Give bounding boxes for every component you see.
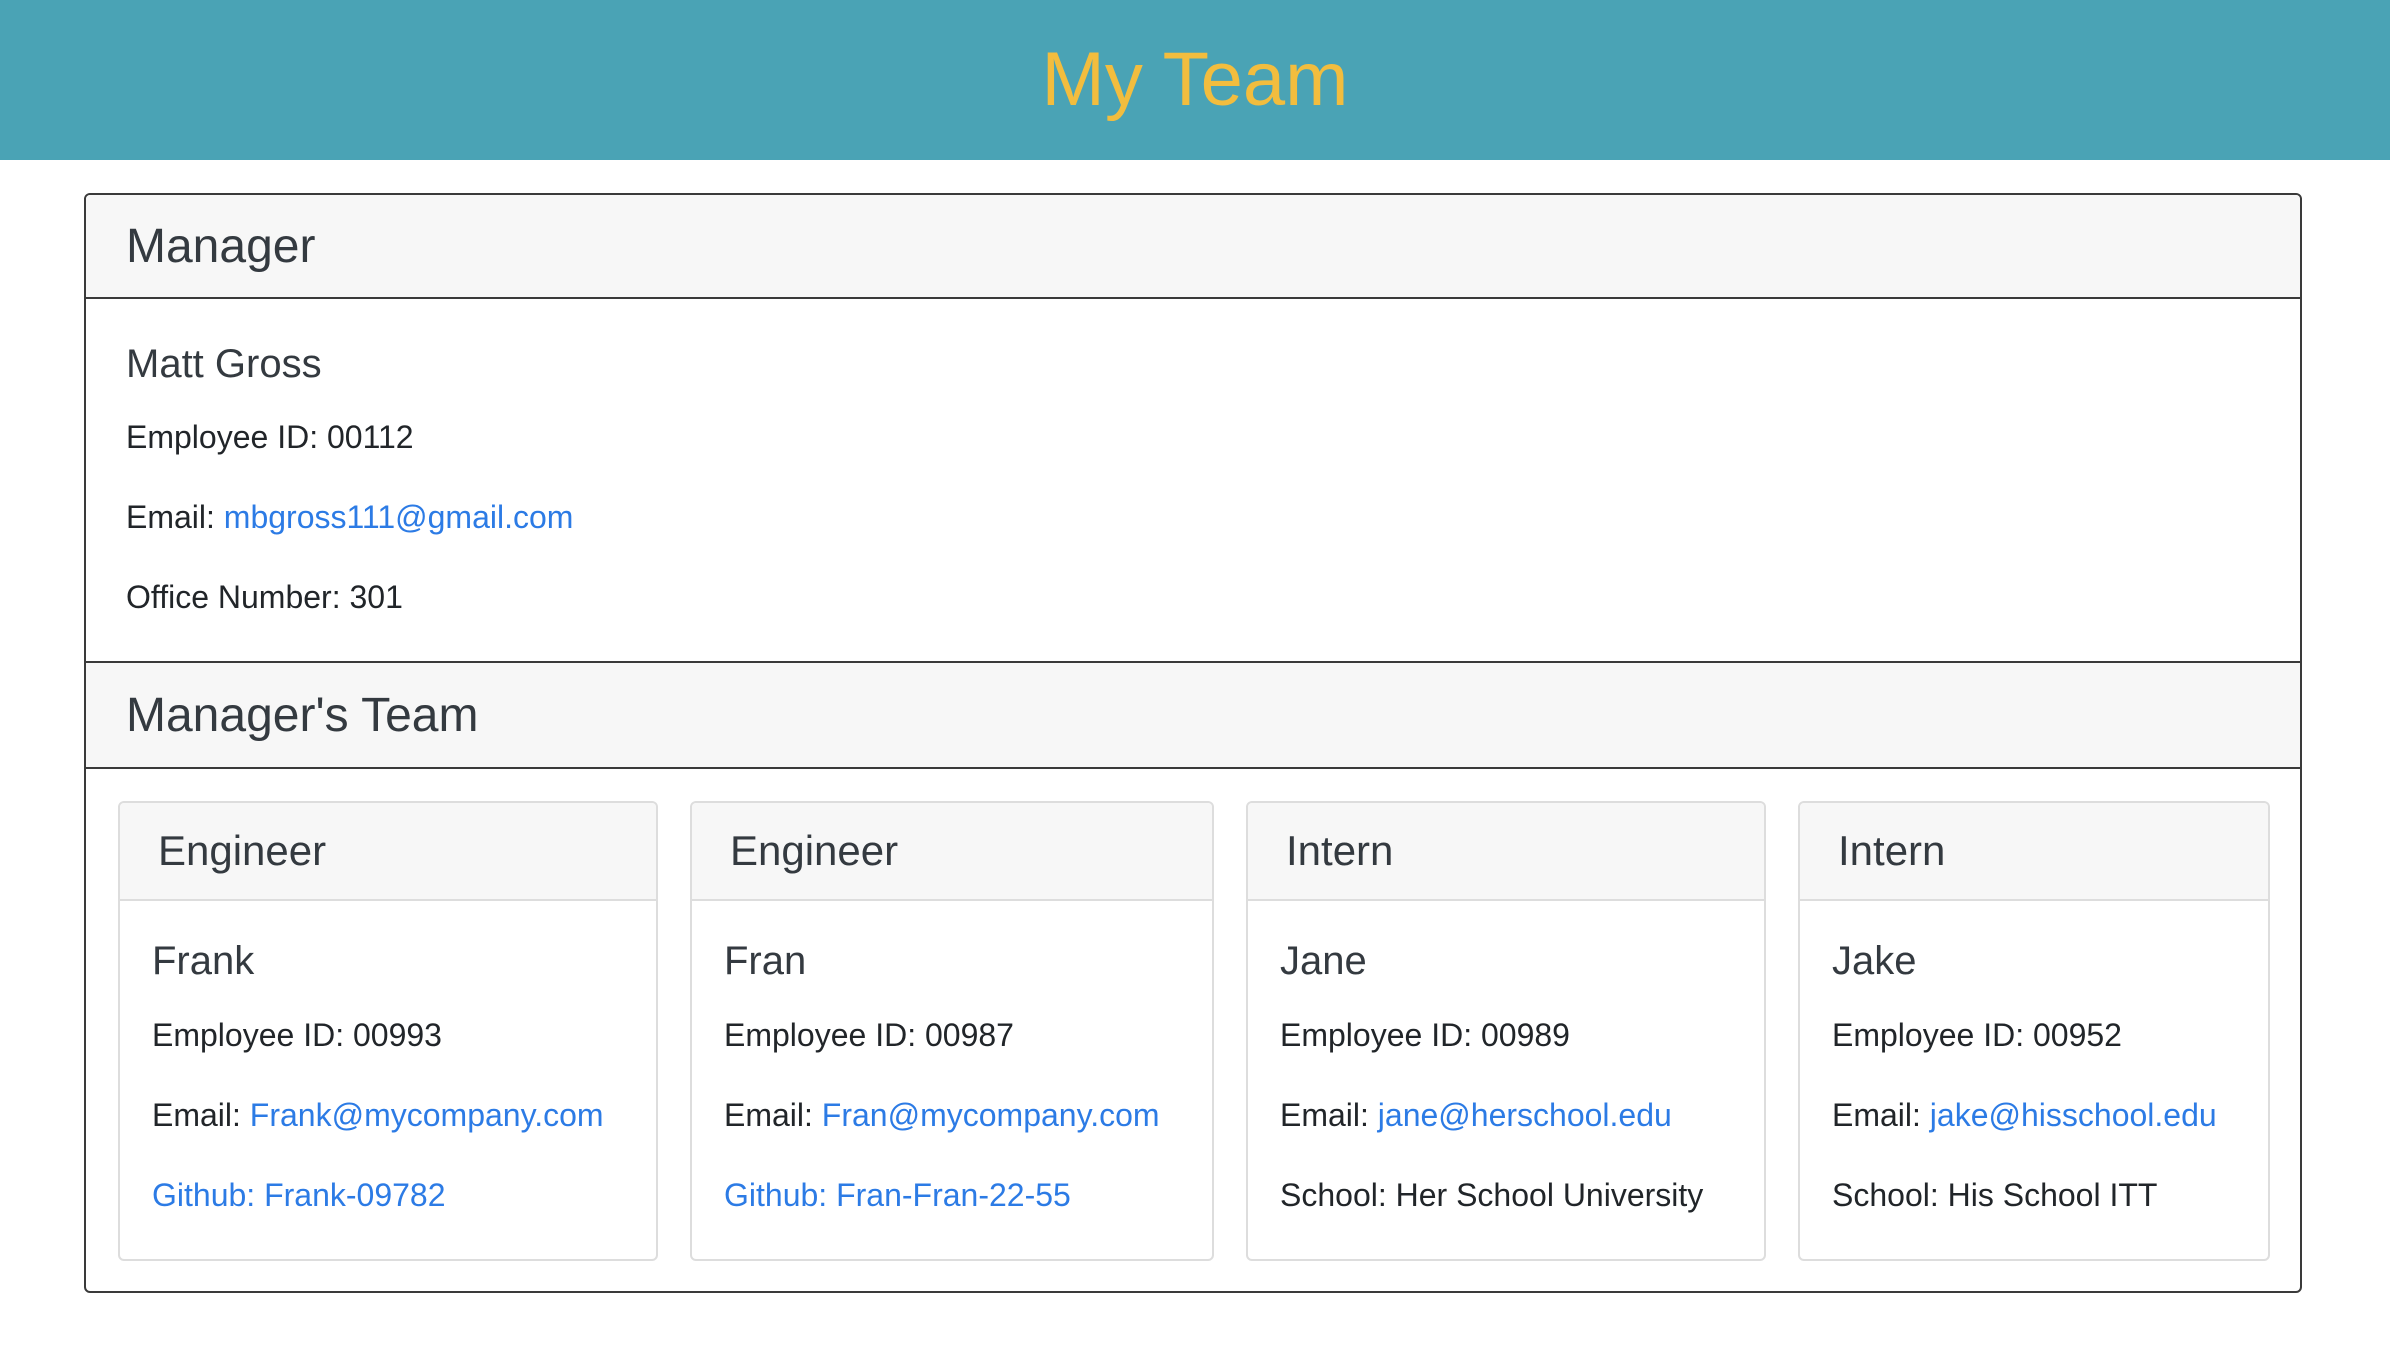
employee-name: Fran [724, 939, 807, 983]
employee-github-link[interactable]: Github: Frank-09782 [152, 1177, 446, 1214]
manager-id: Employee ID: 00112 [126, 419, 414, 456]
page-title: My Team [1041, 37, 1349, 122]
employee-email: Email: jake@hisschool.edu [1832, 1097, 2217, 1134]
employee-id: Employee ID: 00989 [1280, 1017, 1570, 1053]
manager-office: Office Number: 301 [126, 579, 403, 616]
employee-role: Intern [1248, 803, 1764, 901]
team-section-header: Manager's Team [86, 661, 2300, 769]
manager-id-label: Employee ID: [126, 419, 319, 455]
employee-card: Engineer Frank Employee ID: 00993 Email:… [118, 801, 658, 1261]
employee-role: Engineer [692, 803, 1212, 901]
team-card: Manager Matt Gross Employee ID: 00112 Em… [84, 193, 2302, 1293]
manager-section-title: Manager [126, 219, 316, 273]
employee-role: Intern [1800, 803, 2268, 901]
manager-email-link[interactable]: mbgross111@gmail.com [224, 499, 574, 535]
employee-card: Engineer Fran Employee ID: 00987 Email: … [690, 801, 1214, 1261]
manager-office-value: 301 [349, 579, 403, 615]
employee-id: Employee ID: 00993 [152, 1017, 442, 1053]
employee-id: Employee ID: 00952 [1832, 1017, 2122, 1053]
employee-email-link[interactable]: jake@hisschool.edu [1930, 1097, 2217, 1133]
employee-email-label: Email: [1832, 1097, 1921, 1133]
employee-github-link[interactable]: Github: Fran-Fran-22-55 [724, 1177, 1071, 1214]
manager-email-label: Email: [126, 499, 215, 535]
manager-office-label: Office Number: [126, 579, 341, 615]
employee-email-label: Email: [1280, 1097, 1369, 1133]
employee-email-link[interactable]: Frank@mycompany.com [250, 1097, 604, 1133]
employee-email: Email: Frank@mycompany.com [152, 1097, 604, 1134]
employee-id: Employee ID: 00987 [724, 1017, 1014, 1053]
employee-card: Intern Jake Employee ID: 00952 Email: ja… [1798, 801, 2270, 1261]
team-section-title: Manager's Team [126, 688, 479, 742]
employee-card: Intern Jane Employee ID: 00989 Email: ja… [1246, 801, 1766, 1261]
employee-email-label: Email: [152, 1097, 241, 1133]
employee-email-link[interactable]: Fran@mycompany.com [822, 1097, 1160, 1133]
manager-email: Email: mbgross111@gmail.com [126, 499, 573, 536]
employee-name: Jane [1280, 939, 1367, 983]
manager-section-header: Manager [86, 195, 2300, 299]
employee-email-label: Email: [724, 1097, 813, 1133]
employee-school: School: Her School University [1280, 1177, 1704, 1213]
employee-name: Jake [1832, 939, 1917, 983]
employee-school: School: His School ITT [1832, 1177, 2158, 1213]
employee-role: Engineer [120, 803, 656, 901]
manager-id-value: 00112 [326, 419, 414, 455]
team-members-row: Engineer Frank Employee ID: 00993 Email:… [86, 801, 2300, 1261]
manager-name: Matt Gross [126, 342, 322, 386]
employee-email: Email: jane@herschool.edu [1280, 1097, 1672, 1134]
employee-email-link[interactable]: jane@herschool.edu [1378, 1097, 1672, 1133]
header-banner: My Team [0, 0, 2390, 160]
employee-email: Email: Fran@mycompany.com [724, 1097, 1160, 1134]
employee-name: Frank [152, 939, 255, 983]
